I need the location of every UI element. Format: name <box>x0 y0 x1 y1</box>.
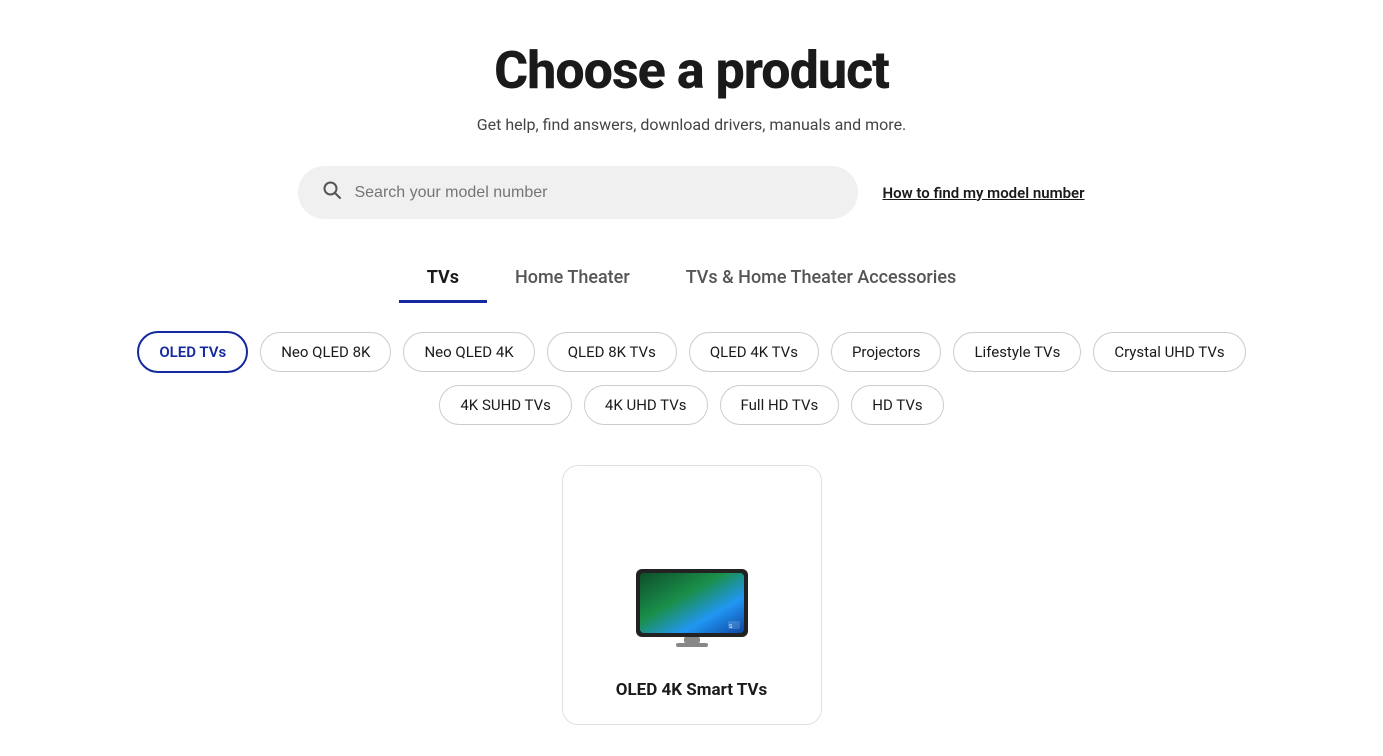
search-input[interactable] <box>354 184 834 202</box>
product-card-oled-4k-smart[interactable]: S OLED 4K Smart TVs <box>562 465 822 725</box>
page-container: Choose a product Get help, find answers,… <box>0 0 1383 725</box>
chip-crystal-uhd[interactable]: Crystal UHD TVs <box>1093 332 1245 372</box>
search-box[interactable] <box>298 166 858 219</box>
tabs-row: TVsHome TheaterTVs & Home Theater Access… <box>399 255 985 303</box>
search-row: How to find my model number <box>0 166 1383 219</box>
tab-home-theater[interactable]: Home Theater <box>487 255 658 303</box>
chip-full-hd[interactable]: Full HD TVs <box>720 385 840 425</box>
chip-oled-tvs[interactable]: OLED TVs <box>137 331 248 373</box>
products-grid: S OLED 4K Smart TVs <box>0 465 1383 725</box>
chip-qled-4k[interactable]: QLED 4K TVs <box>689 332 819 372</box>
chip-projectors[interactable]: Projectors <box>831 332 942 372</box>
chip-lifestyle-tvs[interactable]: Lifestyle TVs <box>953 332 1081 372</box>
chip-hd-tvs[interactable]: HD TVs <box>851 385 943 425</box>
page-subtitle: Get help, find answers, download drivers… <box>477 115 907 134</box>
tab-tvs[interactable]: TVs <box>399 255 487 303</box>
tab-accessories[interactable]: TVs & Home Theater Accessories <box>658 255 985 303</box>
chip-4k-suhd[interactable]: 4K SUHD TVs <box>439 385 572 425</box>
product-name-oled-4k-smart: OLED 4K Smart TVs <box>616 680 768 700</box>
product-image-oled-4k-smart: S <box>632 562 752 652</box>
filter-chips-row2: 4K SUHD TVs 4K UHD TVs Full HD TVs HD TVs <box>439 385 943 425</box>
search-icon <box>322 180 342 205</box>
find-model-link[interactable]: How to find my model number <box>882 184 1084 202</box>
page-title: Choose a product <box>494 40 889 101</box>
filter-chips-row1: OLED TVs Neo QLED 8K Neo QLED 4K QLED 8K TV… <box>137 331 1245 373</box>
chip-qled-8k[interactable]: QLED 8K TVs <box>547 332 677 372</box>
chip-4k-uhd[interactable]: 4K UHD TVs <box>584 385 708 425</box>
chip-neo-qled-8k[interactable]: Neo QLED 8K <box>260 332 391 372</box>
chip-neo-qled-4k[interactable]: Neo QLED 4K <box>403 332 534 372</box>
